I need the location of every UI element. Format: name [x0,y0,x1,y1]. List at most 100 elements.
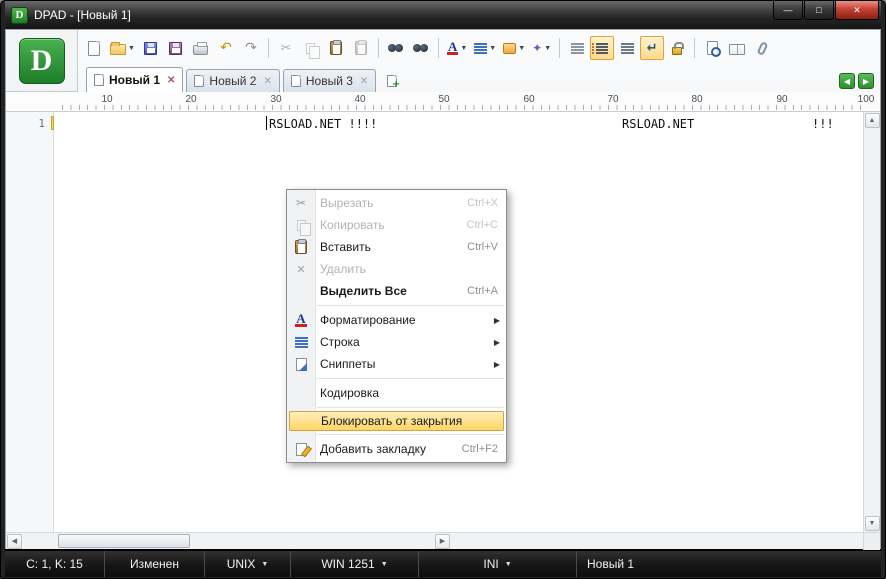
tools-icon: ✦ [532,41,543,55]
menu-item-cut[interactable]: ✂ Вырезать Ctrl+X [287,192,506,214]
special-symbols-icon [620,42,634,54]
horizontal-scrollbar[interactable]: ◀ ▶ [6,532,880,550]
menu-item-add-bookmark[interactable]: Добавить закладку Ctrl+F2 [287,438,506,460]
text-segment: !!! [812,117,834,131]
menu-item-select-all[interactable]: Выделить Все Ctrl+A [287,280,506,302]
preview-button[interactable] [700,36,724,60]
close-button[interactable]: ✕ [835,1,879,20]
chevron-down-icon: ▼ [518,44,526,52]
scroll-right-arrow[interactable]: ▶ [435,533,450,549]
menu-item-line[interactable]: Строка ▶ [287,331,506,353]
line-number: 1 [38,117,45,130]
status-line-ending-select[interactable]: UNIX ▼ [205,551,291,577]
ruler-mark: 50 [438,94,450,105]
replace-button[interactable] [409,36,433,60]
insert-icon [503,42,517,54]
word-wrap-button[interactable]: ↵ [640,36,665,60]
document-icon [194,75,205,87]
redo-icon: ↷ [245,40,257,56]
app-icon: D [11,6,28,24]
tools-button[interactable]: ✦ ▼ [529,36,554,60]
menu-item-delete[interactable]: ✕ Удалить [287,258,506,280]
cut-button[interactable]: ✂ [274,36,298,60]
special-symbols-button[interactable] [615,36,639,60]
paste-icon [329,40,342,55]
menu-item-snippets[interactable]: Сниппеты ▶ [287,353,506,375]
attachments-button[interactable] [750,36,774,60]
help-book-button[interactable] [725,36,749,60]
line-number-gutter: 1 [6,112,54,532]
ruler-ticks [62,105,863,110]
font-color-icon: A [446,39,459,55]
find-icon [388,43,404,53]
ruler-mark: 80 [691,94,703,105]
lock-button[interactable] [665,36,689,60]
find-button[interactable] [384,36,408,60]
paste-special-button[interactable] [349,36,373,60]
scroll-tabs-right-button[interactable]: ▶ [858,73,874,89]
window-title: DPAD - [Новый 1] [34,8,131,22]
toolbar-separator [437,38,439,58]
ruler-mark: 10 [101,94,113,105]
status-syntax-select[interactable]: INI ▼ [419,551,577,577]
paperclip-icon [756,40,769,56]
submenu-arrow-icon: ▶ [493,315,500,325]
print-button[interactable] [189,36,213,60]
maximize-button[interactable]: □ [804,1,834,20]
ruler-mark: 30 [270,94,282,105]
paste-icon [295,239,307,254]
paste-button[interactable] [324,36,348,60]
tab-close-icon[interactable]: ✕ [263,76,271,87]
menu-separator [317,407,504,408]
menu-separator [317,434,504,435]
status-modified: Изменен [105,551,205,577]
menu-item-encoding[interactable]: Кодировка [287,382,506,404]
scroll-tabs-left-button[interactable]: ◀ [839,73,855,89]
tab-new-1[interactable]: Новый 1 ✕ [86,67,184,92]
scroll-up-arrow[interactable]: ▲ [864,113,880,128]
indent-marks-button[interactable] [565,36,589,60]
undo-button[interactable]: ↶ [214,36,238,60]
chevron-down-icon: ▼ [128,44,135,52]
status-encoding-select[interactable]: WIN 1251 ▼ [291,551,419,577]
tab-close-icon[interactable]: ✕ [360,76,368,87]
font-color-button[interactable]: A ▼ [444,36,470,60]
tab-close-icon[interactable]: ✕ [167,75,175,86]
new-document-icon [88,40,100,56]
scroll-down-arrow[interactable]: ▼ [864,516,880,531]
document-icon [94,74,104,86]
logo-panel: D [6,30,78,92]
tab-new-3[interactable]: Новый 3 ✕ [282,69,377,92]
redo-button[interactable]: ↷ [239,36,263,60]
new-tab-button[interactable]: + [381,70,403,92]
minimize-button[interactable]: — [773,1,803,20]
menu-item-paste[interactable]: Вставить Ctrl+V [287,236,506,258]
tab-new-2[interactable]: Новый 2 ✕ [186,69,280,92]
ruler-mark: 40 [354,94,366,105]
chevron-down-icon: ▼ [261,560,269,568]
new-document-button[interactable] [82,36,106,60]
line-numbers-button[interactable] [590,36,615,60]
alignment-button[interactable]: ▼ [471,36,499,60]
bookmark-icon [295,442,307,456]
ruler: 10 20 30 40 50 60 70 80 90 100 [6,92,880,112]
toolbar-separator [267,38,269,58]
save-all-icon [169,41,183,55]
app-window: D DPAD - [Новый 1] — □ ✕ D ▼ ↶ ↷ ✂ A ▼ ▼… [0,0,886,579]
menu-item-formatting[interactable]: A Форматирование ▶ [287,309,506,331]
menu-item-lock-from-closing[interactable]: Блокировать от закрытия [289,411,504,431]
chevron-down-icon: ▼ [504,560,512,568]
vertical-scrollbar[interactable]: ▲ ▼ [863,112,880,532]
scroll-left-arrow[interactable]: ◀ [7,533,22,549]
line-numbers-icon [592,42,609,54]
toolbar-separator [694,38,696,58]
insert-button[interactable]: ▼ [500,36,528,60]
save-button[interactable] [139,36,163,60]
new-tab-icon: + [387,75,400,90]
save-all-button[interactable] [164,36,188,60]
menu-item-copy[interactable]: Копировать Ctrl+C [287,214,506,236]
open-button[interactable]: ▼ [107,36,138,60]
copy-button[interactable] [299,36,323,60]
scrollbar-thumb[interactable] [58,534,190,548]
document-icon [290,75,301,87]
